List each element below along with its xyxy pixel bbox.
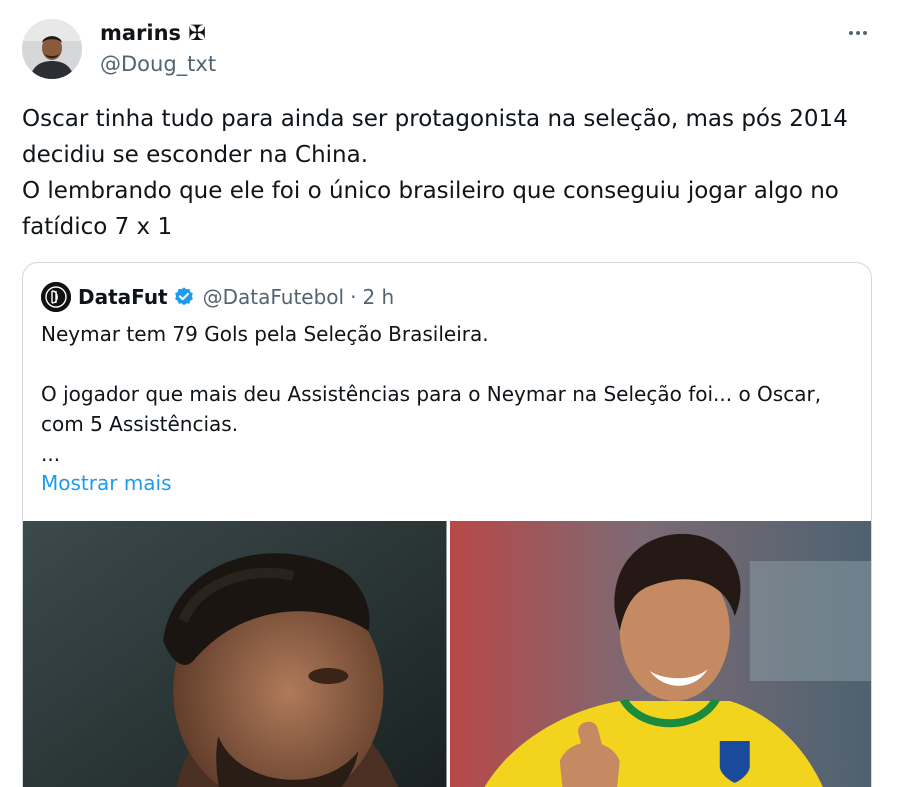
tweet-text-line: fatídico 7 x 1 bbox=[22, 214, 173, 240]
quoted-author-name[interactable]: DataFut bbox=[78, 285, 168, 309]
author-info: marins ✠ @Doug_txt bbox=[100, 19, 216, 78]
tweet: marins ✠ @Doug_txt Oscar tinha tudo para… bbox=[0, 0, 910, 787]
show-more-link[interactable]: Mostrar mais bbox=[41, 468, 172, 498]
quoted-text-line: O jogador que mais deu Assistências para… bbox=[41, 382, 822, 406]
more-horizontal-icon bbox=[848, 31, 869, 35]
quoted-timestamp[interactable]: 2 h bbox=[362, 285, 394, 309]
quoted-author-handle[interactable]: @DataFutebol bbox=[203, 285, 344, 309]
tweet-text: Oscar tinha tudo para ainda ser protagon… bbox=[22, 101, 892, 245]
quoted-text-line: ... bbox=[41, 442, 61, 466]
author-avatar[interactable] bbox=[22, 19, 82, 79]
quoted-text-line bbox=[41, 349, 861, 379]
quoted-text-line: Neymar tem 79 Gols pela Seleção Brasilei… bbox=[41, 322, 489, 346]
verified-badge-icon bbox=[174, 287, 193, 306]
author-handle[interactable]: @Doug_txt bbox=[100, 50, 216, 78]
separator-dot: · bbox=[350, 285, 357, 309]
quoted-author-avatar[interactable] bbox=[41, 282, 71, 312]
photo-neymar[interactable] bbox=[23, 521, 447, 787]
media-grid bbox=[23, 521, 871, 787]
photo-oscar[interactable] bbox=[449, 521, 871, 787]
quoted-tweet[interactable]: DataFut @DataFutebol · 2 h Neymar tem 79… bbox=[22, 262, 872, 787]
quoted-tweet-header: DataFut @DataFutebol · 2 h bbox=[41, 282, 394, 312]
quoted-tweet-text: Neymar tem 79 Gols pela Seleção Brasilei… bbox=[41, 319, 861, 469]
author-name[interactable]: marins ✠ bbox=[100, 19, 216, 47]
more-options-button[interactable] bbox=[843, 20, 873, 46]
tweet-text-line: O lembrando que ele foi o único brasilei… bbox=[22, 178, 839, 204]
tweet-text-line: decidiu se esconder na China. bbox=[22, 142, 369, 168]
quoted-text-line: com 5 Assistências. bbox=[41, 412, 239, 436]
tweet-text-line: Oscar tinha tudo para ainda ser protagon… bbox=[22, 106, 848, 132]
